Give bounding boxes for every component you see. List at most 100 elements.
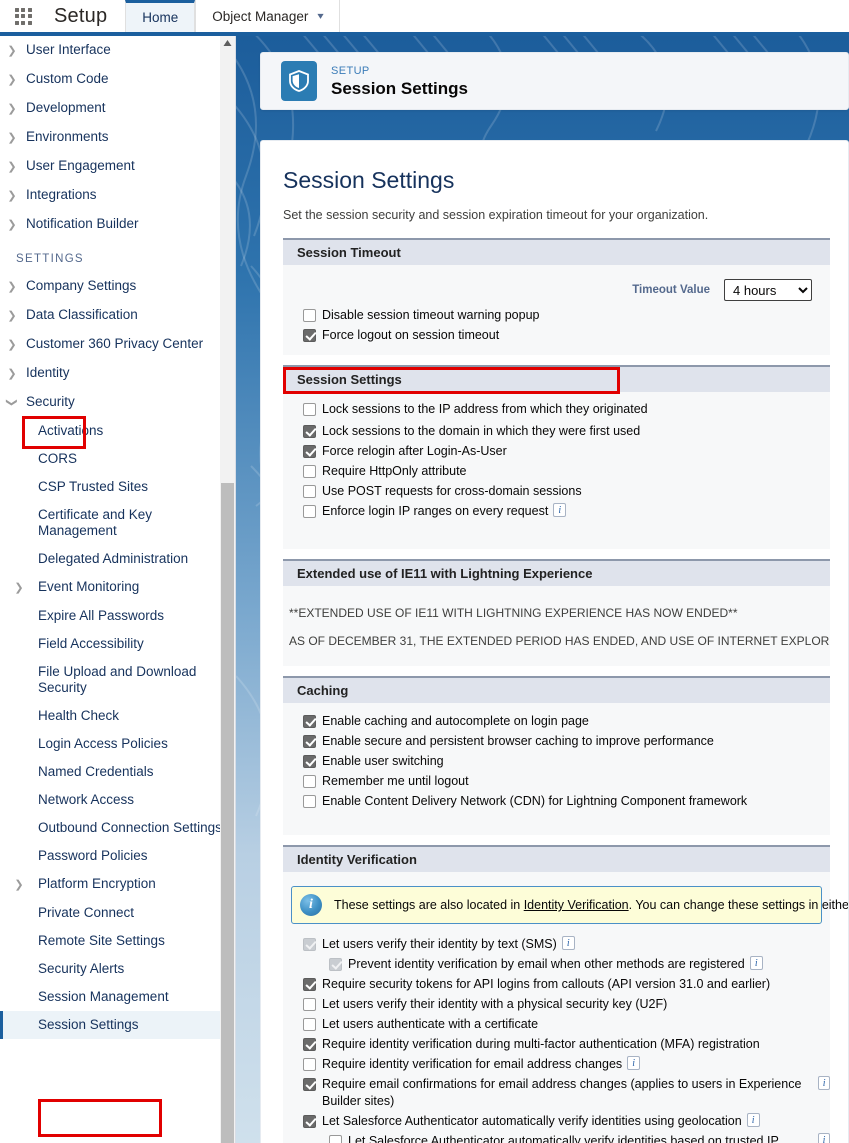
chevron-right-icon[interactable]: ❯ [0,129,24,146]
sidebar-item-certificate-and-key-management[interactable]: Certificate and Key Management [0,501,235,545]
checkbox-force-logout-on-session-timeout[interactable] [303,328,316,342]
sidebar-item-environments[interactable]: ❯ Environments [0,123,235,152]
sidebar-item-password-policies[interactable]: Password Policies [0,842,235,870]
checkbox-row[interactable]: Let Salesforce Authenticator automatical… [283,1111,830,1131]
sidebar-item-remote-site-settings[interactable]: Remote Site Settings [0,927,235,955]
sidebar-item-notification-builder[interactable]: ❯ Notification Builder [0,210,235,239]
app-launcher-button[interactable] [0,0,46,32]
sidebar-item-login-access-policies[interactable]: Login Access Policies [0,730,235,758]
info-icon[interactable]: i [746,1112,760,1127]
checkbox-row[interactable]: Lock sessions to the domain in which the… [283,421,830,441]
checkbox-require-email-confirmations-email-changes[interactable] [303,1077,316,1091]
chevron-right-icon[interactable]: ❯ [0,365,24,382]
sidebar-item-development[interactable]: ❯ Development [0,94,235,123]
sidebar-item-named-credentials[interactable]: Named Credentials [0,758,235,786]
chevron-right-icon[interactable]: ❯ [0,100,24,117]
checkbox-remember-me-until-logout[interactable] [303,774,316,788]
chevron-right-icon[interactable]: ❯ [0,579,38,596]
checkbox-row[interactable]: Prevent identity verification by email w… [283,954,830,974]
checkbox-row[interactable]: Force logout on session timeout [283,325,830,345]
sidebar-item-custom-code[interactable]: ❯ Custom Code [0,65,235,94]
checkbox-row[interactable]: Let users verify their identity by text … [283,934,830,954]
checkbox-row[interactable]: Enforce login IP ranges on every request… [283,501,830,521]
chevron-right-icon[interactable]: ❯ [0,307,24,324]
checkbox-row[interactable]: Enable caching and autocomplete on login… [283,711,830,731]
checkbox-row[interactable]: Require security tokens for API logins f… [283,974,830,994]
checkbox-require-httponly-attribute[interactable] [303,464,316,478]
checkbox-require-identity-verification-email-changes[interactable] [303,1057,316,1071]
sidebar-item-security-alerts[interactable]: Security Alerts [0,955,235,983]
identity-verification-link[interactable]: Identity Verification [524,898,629,912]
info-icon[interactable]: i [818,1132,830,1143]
sidebar-item-event-monitoring[interactable]: ❯ Event Monitoring [0,573,235,602]
checkbox-let-users-verify-identity-u2f[interactable] [303,997,316,1011]
checkbox-row[interactable]: Let users verify their identity with a p… [283,994,830,1014]
sidebar-item-field-accessibility[interactable]: Field Accessibility [0,630,235,658]
sidebar-item-delegated-administration[interactable]: Delegated Administration [0,545,235,573]
chevron-right-icon[interactable]: ❯ [0,42,24,59]
checkbox-require-identity-verification-mfa-registration[interactable] [303,1037,316,1051]
checkbox-enable-secure-persistent-browser-caching[interactable] [303,734,316,748]
checkbox-row[interactable]: Require email confirmations for email ad… [283,1074,830,1111]
checkbox-let-users-authenticate-with-certificate[interactable] [303,1017,316,1031]
chevron-right-icon[interactable]: ❯ [0,187,24,204]
info-icon[interactable]: i [627,1055,641,1070]
checkbox-row[interactable]: Require identity verification for email … [283,1054,830,1074]
checkbox-enable-user-switching[interactable] [303,754,316,768]
sidebar-item-cors[interactable]: CORS [0,445,235,473]
checkbox-authenticator-verify-trusted-ip-only[interactable] [329,1134,342,1143]
chevron-right-icon[interactable]: ❯ [0,216,24,233]
checkbox-row[interactable]: Require identity verification during mul… [283,1034,830,1054]
sidebar-item-identity[interactable]: ❯ Identity [0,359,235,388]
checkbox-authenticator-verify-geolocation[interactable] [303,1114,316,1128]
info-icon[interactable]: i [818,1075,830,1090]
sidebar-item-expire-all-passwords[interactable]: Expire All Passwords [0,602,235,630]
scroll-up-arrow-icon[interactable] [223,39,232,47]
checkbox-row[interactable]: Remember me until logout [283,771,830,791]
checkbox-disable-session-timeout-warning-popup[interactable] [303,308,316,322]
checkbox-enforce-login-ip-ranges[interactable] [303,504,316,518]
checkbox-force-relogin-after-login-as-user[interactable] [303,444,316,458]
checkbox-use-post-requests-cross-domain[interactable] [303,484,316,498]
chevron-down-icon[interactable]: ❯ [4,391,21,415]
chevron-right-icon[interactable]: ❯ [0,278,24,295]
chevron-right-icon[interactable]: ❯ [0,71,24,88]
sidebar-item-outbound-connection-settings[interactable]: Outbound Connection Settings [0,814,235,842]
sidebar-item-file-upload-and-download-security[interactable]: File Upload and Download Security [0,658,235,702]
checkbox-row[interactable]: Let users authenticate with a certificat… [283,1014,830,1034]
checkbox-row[interactable]: Enable Content Delivery Network (CDN) fo… [283,791,830,811]
sidebar-item-integrations[interactable]: ❯ Integrations [0,181,235,210]
sidebar-scrollbar[interactable] [220,36,235,1143]
info-icon[interactable]: i [553,502,567,517]
sidebar-item-activations[interactable]: Activations [0,417,235,445]
sidebar-item-health-check[interactable]: Health Check [0,702,235,730]
setup-sidebar-nav[interactable]: ❯ User Interface ❯ Custom Code ❯ Develop… [0,36,236,1143]
checkbox-lock-sessions-to-ip-address[interactable] [303,403,316,416]
sidebar-item-private-connect[interactable]: Private Connect [0,899,235,927]
checkbox-lock-sessions-to-domain[interactable] [303,424,316,438]
checkbox-require-security-tokens-api-logins[interactable] [303,977,316,991]
checkbox-row[interactable]: Use POST requests for cross-domain sessi… [283,481,830,501]
sidebar-item-platform-encryption[interactable]: ❯ Platform Encryption [0,870,235,899]
checkbox-row[interactable]: Disable session timeout warning popup [283,305,830,325]
tab-object-manager[interactable]: Object Manager ▾ [195,0,341,32]
chevron-right-icon[interactable]: ❯ [0,876,38,893]
sidebar-item-user-interface[interactable]: ❯ User Interface [0,36,235,65]
tab-home[interactable]: Home [125,0,196,32]
checkbox-enable-caching-autocomplete-login[interactable] [303,714,316,728]
sidebar-item-session-settings[interactable]: Session Settings [0,1011,235,1039]
checkbox-row[interactable]: Lock sessions to the IP address from whi… [283,398,830,421]
checkbox-row[interactable]: Enable user switching [283,751,830,771]
sidebar-item-data-classification[interactable]: ❯ Data Classification [0,301,235,330]
checkbox-row[interactable]: Force relogin after Login-As-User [283,441,830,461]
sidebar-item-security[interactable]: ❯ Security [0,388,235,417]
sidebar-item-customer-360-privacy-center[interactable]: ❯ Customer 360 Privacy Center [0,330,235,359]
chevron-right-icon[interactable]: ❯ [0,336,24,353]
sidebar-scrollbar-thumb[interactable] [221,483,234,1143]
checkbox-row[interactable]: Let Salesforce Authenticator automatical… [283,1131,830,1143]
sidebar-item-session-management[interactable]: Session Management [0,983,235,1011]
info-icon[interactable]: i [749,955,763,970]
chevron-right-icon[interactable]: ❯ [0,158,24,175]
checkbox-enable-cdn-for-lightning[interactable] [303,794,316,808]
sidebar-item-network-access[interactable]: Network Access [0,786,235,814]
